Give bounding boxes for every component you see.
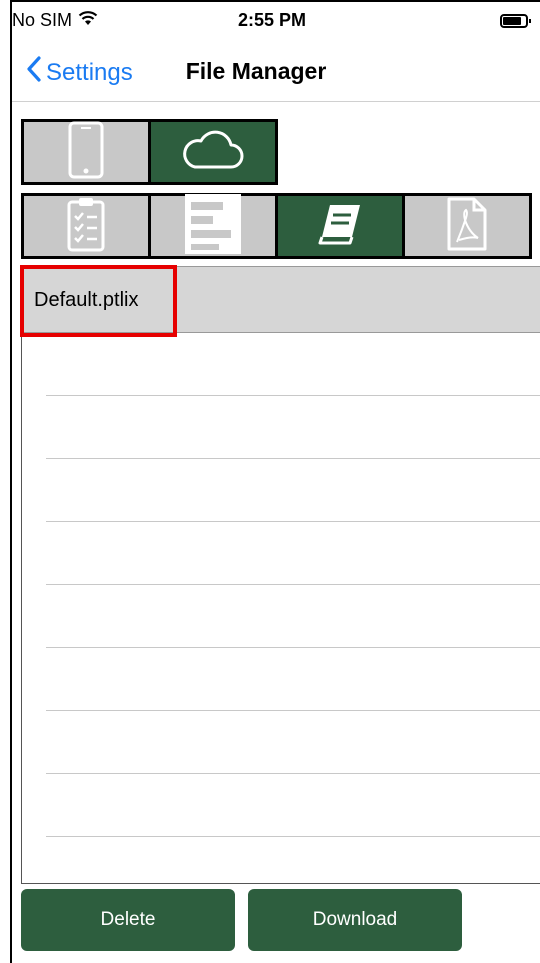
navigation-bar: Settings File Manager (12, 42, 540, 102)
phone-icon (68, 121, 104, 184)
cloud-icon (181, 129, 245, 176)
empty-row-divider (46, 647, 540, 648)
delete-button[interactable]: Delete (21, 889, 235, 951)
tab-checklist[interactable] (21, 193, 151, 259)
status-bar: No SIM 2:55 PM (12, 6, 532, 42)
frame-left-border (10, 0, 12, 963)
page-title: File Manager (185, 58, 327, 84)
list-bottom-border (22, 883, 540, 884)
status-time: 2:55 PM (237, 10, 307, 30)
frame-top-border (10, 0, 540, 2)
tab-device[interactable] (21, 119, 151, 185)
tab-library[interactable] (275, 193, 405, 259)
bar-chart-icon (185, 193, 241, 259)
tab-pdf[interactable] (402, 193, 532, 259)
battery-icon (500, 14, 531, 28)
clipboard-checklist-icon (66, 196, 106, 257)
list-item[interactable]: Default.ptlix (20, 265, 540, 337)
empty-row-divider (46, 584, 540, 585)
empty-row-divider (46, 458, 540, 459)
tab-cloud[interactable] (148, 119, 278, 185)
empty-row-divider (46, 521, 540, 522)
location-selector (21, 119, 278, 185)
empty-row-divider (46, 710, 540, 711)
empty-row-divider (46, 836, 540, 837)
empty-row-divider (46, 773, 540, 774)
book-icon (316, 203, 364, 250)
file-name: Default.ptlix (34, 289, 139, 311)
file-type-selector (21, 193, 532, 259)
pdf-icon (446, 196, 488, 257)
download-button[interactable]: Download (248, 889, 462, 951)
tab-report[interactable] (148, 193, 278, 259)
empty-row-divider (46, 395, 540, 396)
file-list: Default.ptlix (20, 265, 540, 884)
